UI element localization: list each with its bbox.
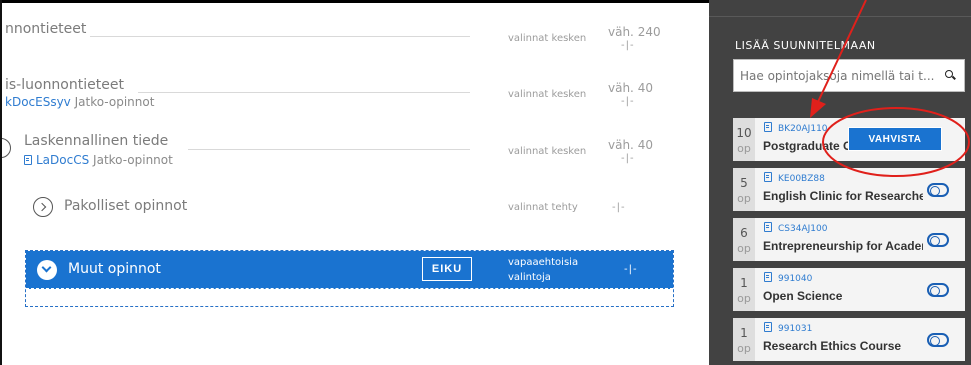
credits-unit: op	[737, 142, 751, 155]
row-subtitle: LaDocCS Jatko-opinnot	[24, 153, 173, 167]
row-credits: väh. 40	[608, 81, 653, 95]
confirm-button[interactable]: VAHVISTA	[848, 127, 942, 151]
chevron-right-icon[interactable]	[33, 197, 53, 217]
course-card[interactable]: 6 op CS34AJ100 Entrepreneurship for Acad…	[733, 218, 965, 261]
credits-unit: op	[737, 242, 751, 255]
row-status: valinnat kesken	[508, 146, 587, 157]
course-card[interactable]: 1 op 991031 Research Ethics Course	[733, 318, 965, 361]
row-status: valinnat kesken	[508, 89, 587, 100]
row-status: vapaaehtoisia valintoja	[508, 257, 579, 283]
cancel-button[interactable]: EIKU	[422, 257, 472, 281]
document-icon	[764, 172, 772, 182]
row-progress: -|-	[612, 202, 626, 213]
course-credits: 6	[740, 226, 748, 240]
row-status: valinnat kesken	[508, 33, 587, 44]
course-name: Research Ethics Course	[763, 339, 902, 353]
selected-row-header[interactable]: Muut opinnot EIKU vapaaehtoisia valintoj…	[26, 251, 673, 289]
tree-row-luonnontieteet[interactable]: nnontieteet valinnat kesken väh. 240 -|-	[2, 3, 692, 53]
course-code[interactable]: BK20AJ110	[764, 122, 828, 134]
credits-unit: op	[737, 342, 751, 355]
course-card[interactable]: 1 op 991040 Open Science	[733, 268, 965, 311]
row-credits: väh. 40	[608, 138, 653, 152]
credits-unit: op	[737, 292, 751, 305]
study-plan-tree: nnontieteet valinnat kesken väh. 240 -|-…	[0, 3, 709, 365]
row-title: Pakolliset opinnot	[64, 198, 188, 214]
tree-row-laskennallinen-tiede[interactable]: Laskennallinen tiede LaDocCS Jatko-opinn…	[0, 128, 692, 178]
chevron-down-icon[interactable]	[37, 260, 57, 280]
row-title: Laskennallinen tiede	[24, 133, 169, 149]
row-title: Muut opinnot	[68, 261, 161, 277]
row-divider	[188, 149, 470, 150]
course-name: Entrepreneurship for Academics	[763, 239, 923, 253]
course-code[interactable]: 991040	[764, 272, 812, 284]
course-name: English Clinic for Researchers	[763, 189, 923, 203]
course-card[interactable]: 5 op KE00BZ88 English Clinic for Researc…	[733, 168, 965, 211]
course-search[interactable]	[733, 59, 965, 92]
search-icon[interactable]	[945, 70, 953, 78]
document-icon	[764, 222, 772, 232]
row-divider	[138, 92, 470, 93]
document-icon	[24, 155, 32, 165]
course-credits: 10	[736, 126, 752, 140]
row-progress: -|-	[621, 153, 635, 164]
row-title: nnontieteet	[5, 21, 87, 37]
row-credits: väh. 240	[608, 25, 661, 39]
sidebar-heading: LISÄÄ SUUNNITELMAAN	[735, 39, 876, 52]
credits-unit: op	[737, 192, 751, 205]
course-credits: 5	[740, 176, 748, 190]
course-name: Open Science	[763, 289, 843, 303]
row-progress: -|-	[621, 96, 635, 107]
document-icon	[764, 322, 772, 332]
add-toggle[interactable]	[927, 183, 949, 197]
row-progress: -|-	[624, 264, 638, 275]
document-icon	[764, 122, 772, 132]
add-toggle[interactable]	[927, 233, 949, 247]
course-credits: 1	[740, 276, 748, 290]
document-icon	[764, 272, 772, 282]
add-toggle[interactable]	[927, 333, 949, 347]
row-code[interactable]: LaDocCS	[36, 153, 89, 167]
tree-row-pakolliset-opinnot[interactable]: Pakolliset opinnot valinnat tehty -|-	[2, 188, 692, 228]
course-code[interactable]: CS34AJ100	[764, 222, 827, 234]
sidebar-divider	[709, 0, 971, 17]
row-title: is-luonnontieteet	[5, 77, 124, 93]
course-credits: 1	[740, 326, 748, 340]
course-code[interactable]: 991031	[764, 322, 812, 334]
add-to-plan-sidebar: LISÄÄ SUUNNITELMAAN 10 op BK20AJ110 Post…	[709, 0, 971, 365]
course-code[interactable]: KE00BZ88	[764, 172, 825, 184]
row-status: valinnat tehty	[508, 202, 578, 213]
tree-row-luonnontieteet-syventavat[interactable]: is-luonnontieteet kDocESsyv Jatko-opinno…	[2, 68, 692, 118]
search-input[interactable]	[740, 66, 936, 86]
row-divider	[90, 36, 470, 37]
row-progress: -|-	[621, 40, 635, 51]
tree-row-muut-opinnot[interactable]: Muut opinnot EIKU vapaaehtoisia valintoj…	[25, 250, 674, 307]
window-left-border	[0, 0, 2, 365]
row-code[interactable]: kDocESsyv	[5, 95, 71, 109]
row-subtitle: kDocESsyv Jatko-opinnot	[5, 95, 155, 109]
add-toggle[interactable]	[927, 283, 949, 297]
